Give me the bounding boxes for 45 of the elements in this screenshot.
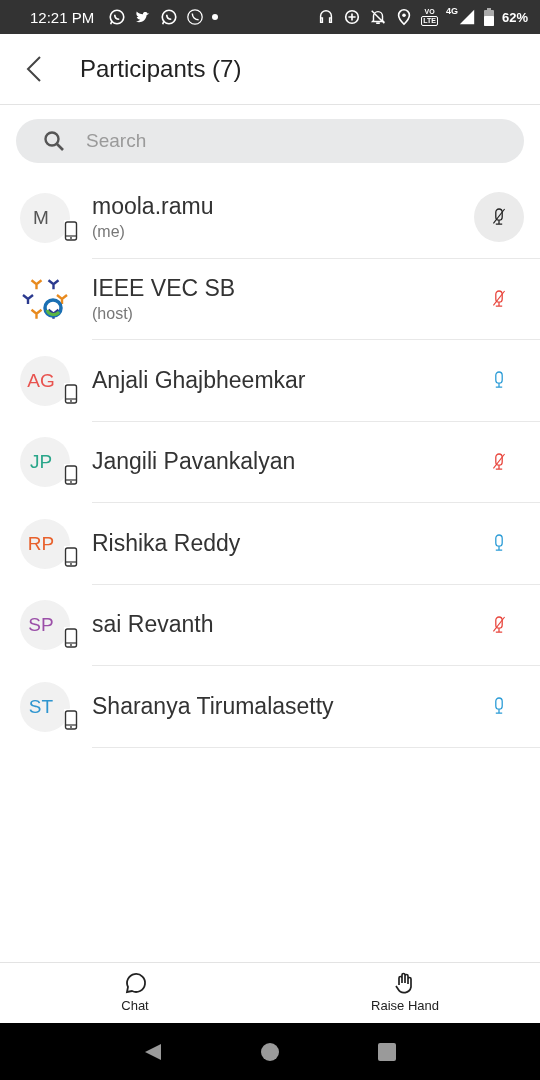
participant-name: sai Revanth bbox=[92, 611, 214, 639]
chat-app-icon bbox=[160, 8, 179, 26]
avatar: SP bbox=[20, 600, 70, 651]
chat-app-icon bbox=[108, 8, 127, 26]
dot-icon bbox=[212, 14, 219, 20]
avatar: JP bbox=[20, 437, 70, 488]
participant-name: Sharanya Tirumalasetty bbox=[92, 692, 334, 720]
participant-name: Anjali Ghajbheemkar bbox=[92, 366, 306, 394]
search-icon bbox=[43, 130, 65, 152]
participant-role: (me) bbox=[92, 223, 126, 242]
phone-icon bbox=[64, 627, 78, 650]
phone-call-icon bbox=[186, 8, 205, 26]
participant-name: moola.ramu bbox=[92, 193, 214, 221]
avatar: RP bbox=[20, 518, 70, 569]
avatar: M bbox=[20, 192, 70, 243]
phone-icon bbox=[64, 464, 78, 487]
home-nav-icon[interactable] bbox=[260, 1041, 280, 1062]
bell-off-icon bbox=[369, 8, 388, 26]
avatar: ST bbox=[20, 681, 70, 732]
phone-icon bbox=[64, 219, 78, 242]
chat-button[interactable]: Chat bbox=[121, 963, 149, 1023]
phone-icon bbox=[64, 382, 78, 405]
muted-mic-icon bbox=[491, 613, 507, 636]
network-label: 4G bbox=[445, 6, 458, 16]
participant-name: Rishika Reddy bbox=[92, 529, 241, 557]
status-time: 12:21 PM bbox=[30, 8, 95, 26]
muted-mic-icon bbox=[491, 287, 507, 310]
participant-name: Jangili Pavankalyan bbox=[92, 448, 296, 476]
data-saver-icon bbox=[343, 8, 362, 26]
muted-mic-icon bbox=[491, 450, 507, 473]
participant-name: IEEE VEC SB bbox=[92, 274, 236, 302]
battery-icon bbox=[483, 8, 494, 26]
phone-icon bbox=[64, 545, 78, 568]
participant-role: (host) bbox=[92, 304, 134, 323]
muted-mic-button[interactable] bbox=[474, 192, 524, 243]
phone-icon bbox=[64, 708, 78, 731]
search-field[interactable]: Search bbox=[16, 119, 524, 163]
battery-percent: 62% bbox=[501, 9, 528, 25]
raise-hand-button[interactable]: Raise Hand bbox=[371, 963, 439, 1023]
avatar: AG bbox=[20, 355, 70, 406]
back-icon[interactable] bbox=[24, 55, 44, 83]
recents-nav-icon[interactable] bbox=[376, 1041, 397, 1062]
page-title: Participants (7) bbox=[80, 55, 242, 83]
back-nav-icon[interactable] bbox=[143, 1041, 164, 1062]
signal-icon bbox=[457, 8, 476, 26]
